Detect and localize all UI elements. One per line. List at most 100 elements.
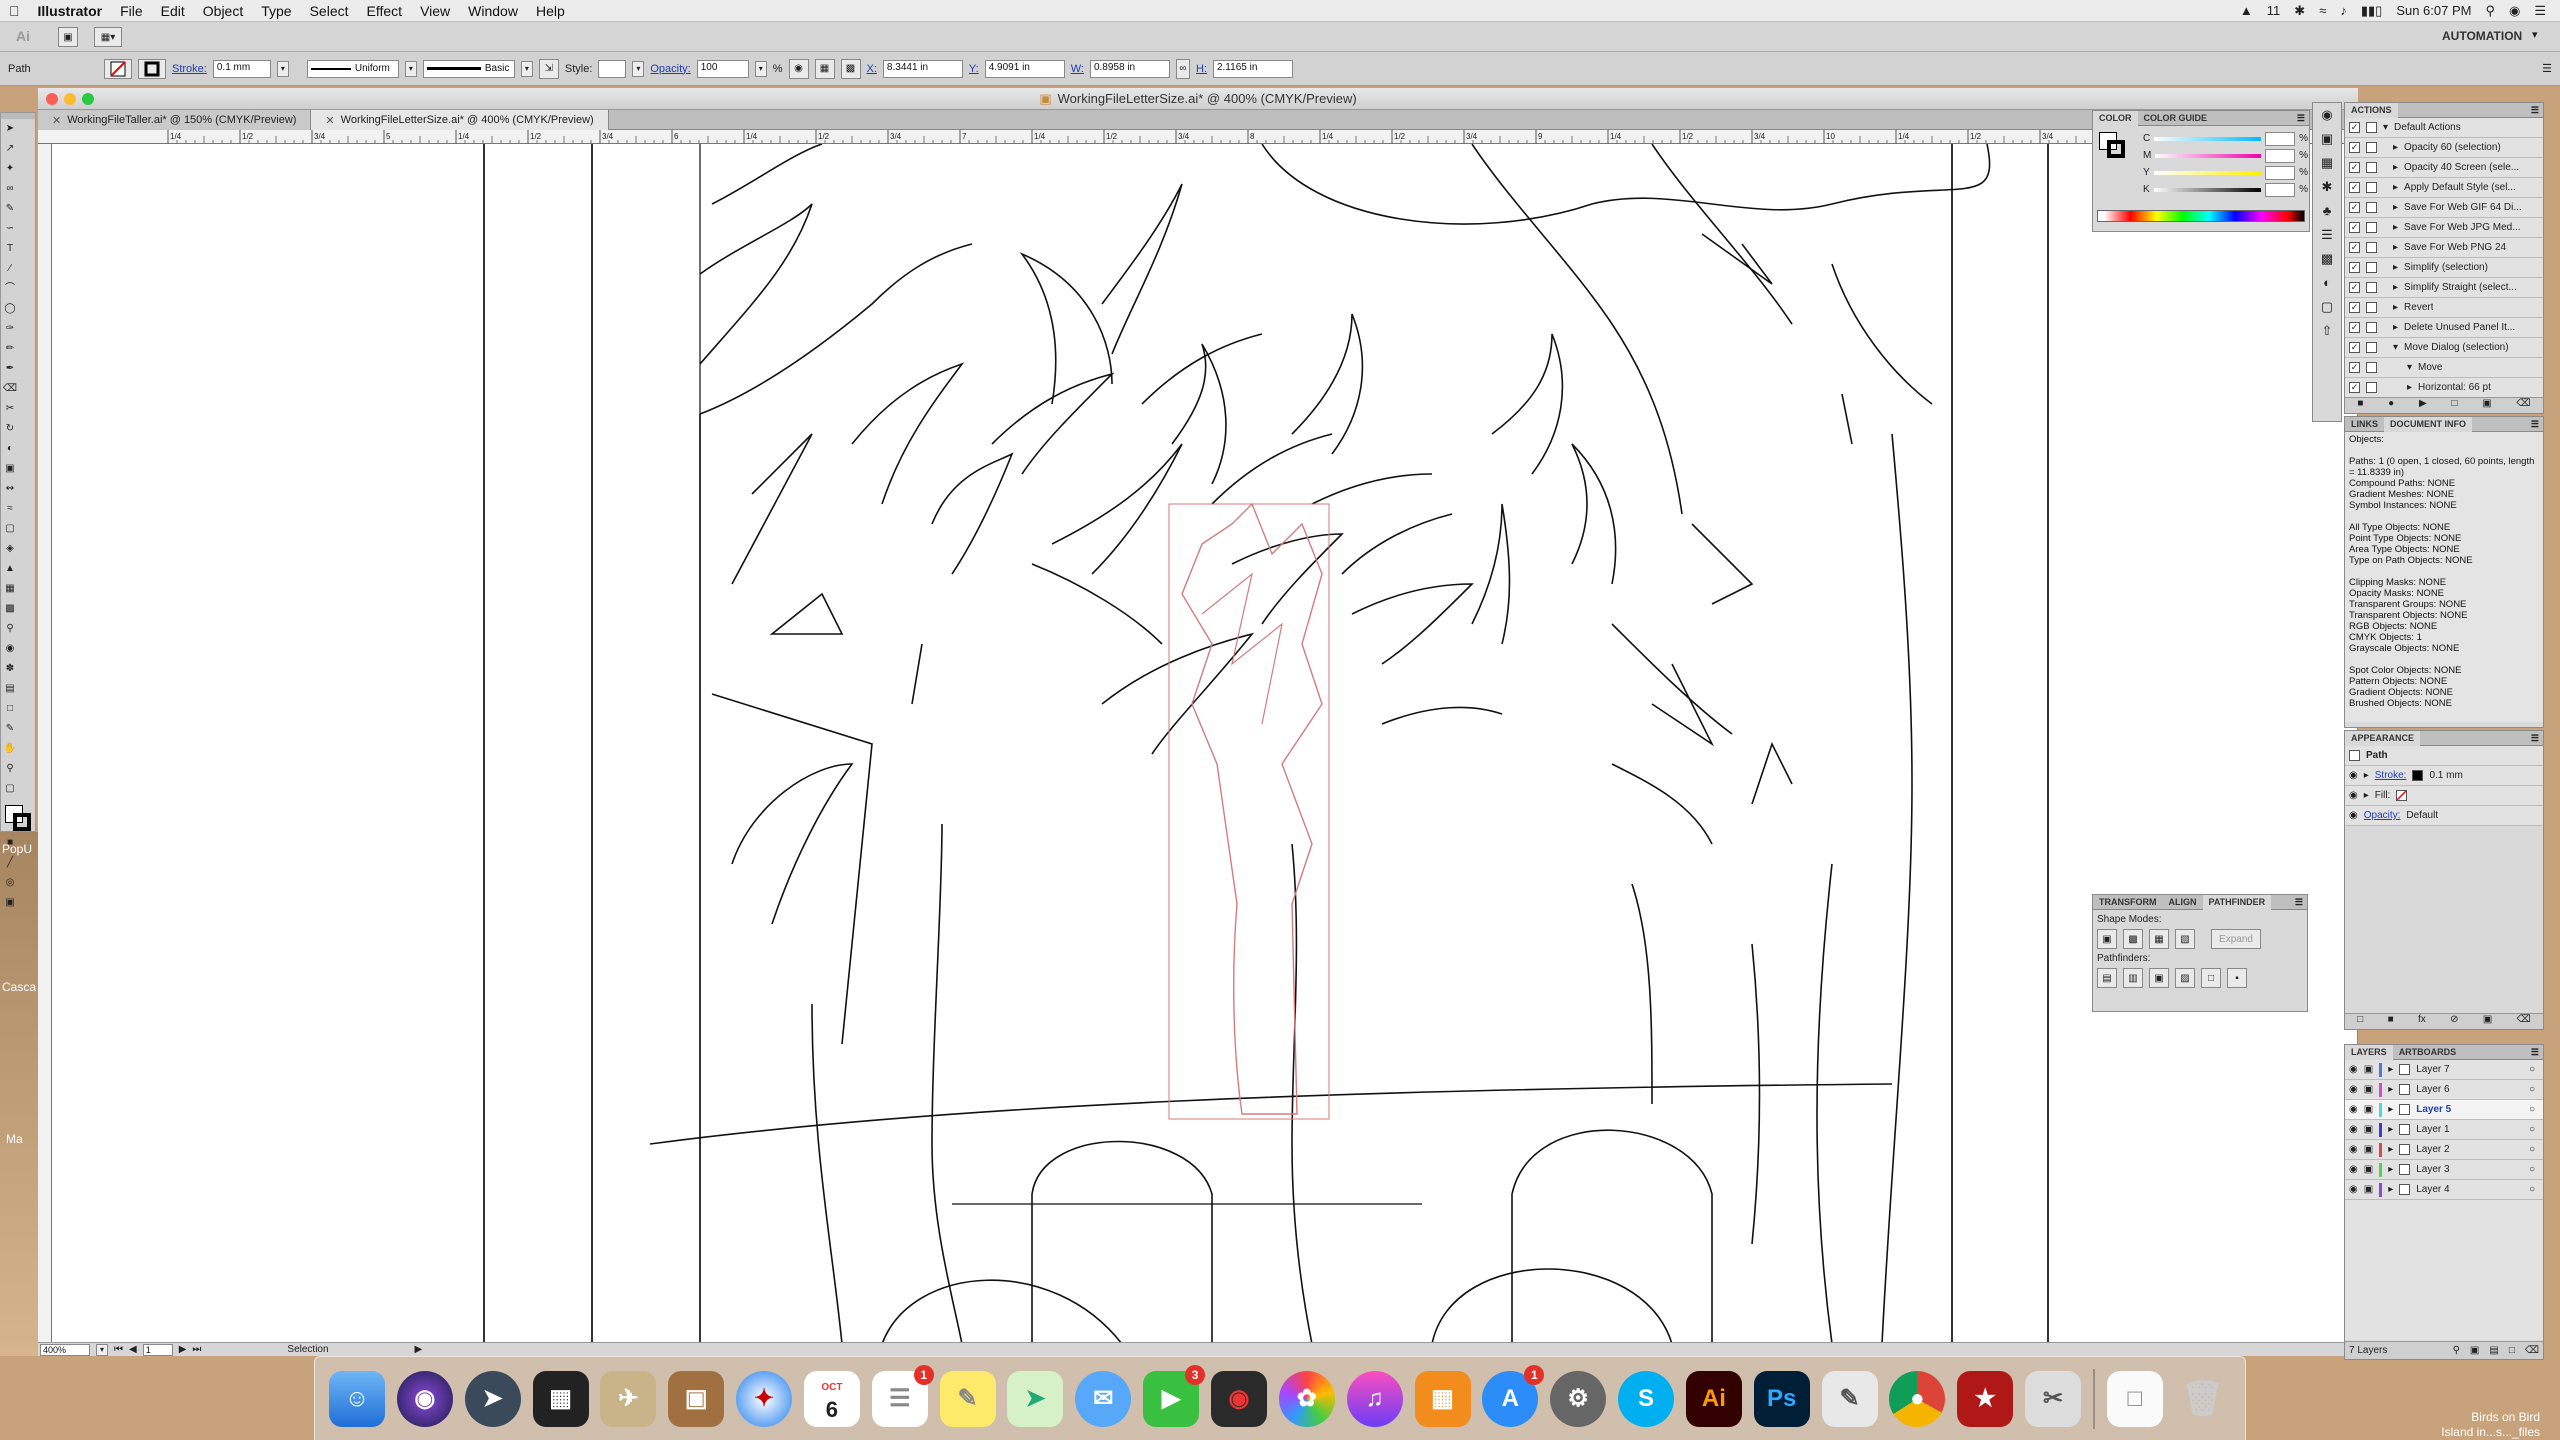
rotate-tool-icon[interactable]: ↻	[2, 421, 18, 437]
arc-tool-icon[interactable]: ⌒	[2, 281, 18, 297]
expand-triangle-icon[interactable]: ▸	[2364, 770, 2369, 781]
gradient-tool-icon[interactable]: ▩	[2, 601, 18, 617]
channel-c-field[interactable]	[2265, 131, 2296, 146]
ellipse-tool-icon[interactable]: ◯	[2, 301, 18, 317]
action-item[interactable]: ✓ ▸ Opacity 60 (selection)	[2345, 138, 2543, 158]
finder-icon[interactable]: ☺	[329, 1370, 385, 1427]
user-icon[interactable]: ◉	[2509, 3, 2520, 19]
artboard-number-field[interactable]: 1	[142, 1343, 173, 1356]
mesh-tool-icon[interactable]: ▦	[2, 581, 18, 597]
layer-target-icon[interactable]: ○	[2529, 1064, 2535, 1075]
warp-tool-icon[interactable]: ≈	[2, 501, 18, 517]
toolbox-grip[interactable]	[1, 113, 35, 119]
direct-selection-tool-icon[interactable]: ↗	[2, 141, 18, 157]
vertical-ruler[interactable]	[38, 144, 52, 1344]
merge-icon[interactable]: ▣	[2149, 968, 2169, 988]
x-label[interactable]: X:	[867, 63, 877, 75]
photoshop-icon[interactable]: Ps	[1753, 1370, 1810, 1427]
preview-icon[interactable]: ✈	[600, 1370, 657, 1427]
action-toggle-check[interactable]: ✓	[2349, 282, 2360, 293]
opacity-dropdown-icon[interactable]: ▾	[754, 60, 767, 77]
channel-m-field[interactable]	[2265, 148, 2296, 163]
app-store-icon[interactable]: A1	[1482, 1364, 1545, 1427]
status-tool-label[interactable]: Selection	[287, 1344, 328, 1355]
tab-transform[interactable]: TRANSFORM	[2093, 895, 2163, 910]
status-menu-icon[interactable]: ▶	[415, 1344, 423, 1355]
color-stroke-swatch[interactable]	[2107, 140, 2125, 158]
channel-k-field[interactable]	[2265, 182, 2296, 197]
notes-book-icon[interactable]: ▣	[668, 1370, 725, 1427]
action-dialog-toggle[interactable]	[2366, 342, 2377, 353]
perspective-grid-tool-icon[interactable]: ▲	[2, 561, 18, 577]
menu-edit[interactable]: Edit	[152, 3, 194, 19]
layer-visibility-eye-icon[interactable]: ◉	[2349, 1144, 2358, 1155]
layer-visibility-eye-icon[interactable]: ◉	[2349, 1084, 2358, 1095]
action-dialog-toggle[interactable]	[2366, 242, 2377, 253]
expand-triangle-icon[interactable]: ▸	[2393, 302, 2398, 313]
action-item[interactable]: ✓ ▾ Default Actions	[2345, 118, 2543, 138]
asset-export-icon[interactable]: ⇧	[2313, 319, 2341, 343]
action-item[interactable]: ✓ ▾ Move	[2345, 358, 2543, 378]
blend-tool-icon[interactable]: ◉	[2, 641, 18, 657]
appearance-object-row[interactable]: Path	[2345, 746, 2543, 766]
panel-menu-icon[interactable]: ☰	[2531, 105, 2543, 116]
maps-icon[interactable]: ➤	[1007, 1370, 1064, 1427]
constrain-proportions-icon[interactable]: ∞	[1175, 58, 1190, 79]
layer-visibility-eye-icon[interactable]: ◉	[2349, 1064, 2358, 1075]
stroke-weight-field[interactable]: 0.1 mm	[212, 59, 271, 78]
panel-menu-icon[interactable]: ☰	[2531, 419, 2543, 430]
apple-icon[interactable]: 	[0, 3, 29, 19]
chrome-icon[interactable]: ●	[1889, 1370, 1946, 1427]
expand-triangle-icon[interactable]: ▸	[2393, 322, 2398, 333]
layer-lock-icon[interactable]: ▣	[2364, 1184, 2373, 1195]
status-count[interactable]: 11	[2267, 3, 2281, 18]
zoom-field[interactable]: 400%	[40, 1343, 90, 1356]
column-graph-tool-icon[interactable]: ▤	[2, 681, 18, 697]
menu-file[interactable]: File	[111, 3, 152, 19]
action-dialog-toggle[interactable]	[2366, 262, 2377, 273]
action-item[interactable]: ✓ ▸ Save For Web PNG 24	[2345, 238, 2543, 258]
color-guide-icon[interactable]: ▣	[2313, 127, 2341, 151]
minus-front-icon[interactable]: ▩	[2123, 929, 2143, 949]
graphic-style-field[interactable]	[598, 59, 627, 78]
expand-triangle-icon[interactable]: ▾	[2407, 362, 2412, 373]
expand-triangle-icon[interactable]: ▸	[2393, 282, 2398, 293]
new-sublayer-icon[interactable]: ▤	[2489, 1345, 2498, 1356]
expand-triangle-icon[interactable]: ▸	[2393, 142, 2398, 153]
volume-icon[interactable]: ♪	[2340, 3, 2347, 18]
action-toggle-check[interactable]: ✓	[2349, 182, 2360, 193]
visibility-eye-icon[interactable]: ◉	[2349, 770, 2358, 781]
width-tool-icon[interactable]: ↭	[2, 481, 18, 497]
symbol-sprayer-tool-icon[interactable]: ✽	[2, 661, 18, 677]
layer-target-icon[interactable]: ○	[2529, 1124, 2535, 1135]
channel-c-slider[interactable]	[2154, 136, 2262, 141]
new-action-icon[interactable]: ▣	[2482, 398, 2491, 413]
layer-lock-icon[interactable]: ▣	[2364, 1064, 2373, 1075]
brushes-icon[interactable]: ✱	[2313, 175, 2341, 199]
symbols-icon[interactable]: ♣	[2313, 199, 2341, 223]
action-toggle-check[interactable]: ✓	[2349, 362, 2360, 373]
workspace-switcher[interactable]: AUTOMATION	[2442, 29, 2522, 43]
expand-triangle-icon[interactable]: ▾	[2383, 122, 2388, 133]
slice-tool-icon[interactable]: ✎	[2, 721, 18, 737]
panel-menu-icon[interactable]: ☰	[2297, 113, 2309, 124]
stroke-panel-icon[interactable]: ☰	[2313, 223, 2341, 247]
layer-row[interactable]: ◉ ▣ ▸ Layer 3 ○	[2345, 1160, 2543, 1180]
fill-swatch[interactable]	[104, 58, 132, 79]
menu-effect[interactable]: Effect	[358, 3, 412, 19]
action-toggle-check[interactable]: ✓	[2349, 242, 2360, 253]
layer-target-icon[interactable]: ○	[2529, 1164, 2535, 1175]
stroke-color-swatch[interactable]	[2412, 770, 2424, 781]
safari-icon[interactable]: ✦	[736, 1370, 793, 1427]
graphic-styles-icon[interactable]: ▢	[2313, 295, 2341, 319]
fill-stroke-swatches[interactable]	[1, 803, 35, 833]
action-dialog-toggle[interactable]	[2366, 162, 2377, 173]
action-dialog-toggle[interactable]	[2366, 222, 2377, 233]
tab-workingfiletaller[interactable]: ✕ WorkingFileTaller.ai* @ 150% (CMYK/Prev…	[38, 110, 312, 130]
layer-name[interactable]: Layer 7	[2416, 1064, 2449, 1075]
battery-icon[interactable]: ▮▮▯	[2361, 3, 2382, 19]
layer-row[interactable]: ◉ ▣ ▸ Layer 4 ○	[2345, 1180, 2543, 1200]
menu-type[interactable]: Type	[252, 3, 300, 19]
messages-icon[interactable]: ✉	[1075, 1370, 1132, 1427]
tab-appearance[interactable]: APPEARANCE	[2345, 730, 2421, 746]
